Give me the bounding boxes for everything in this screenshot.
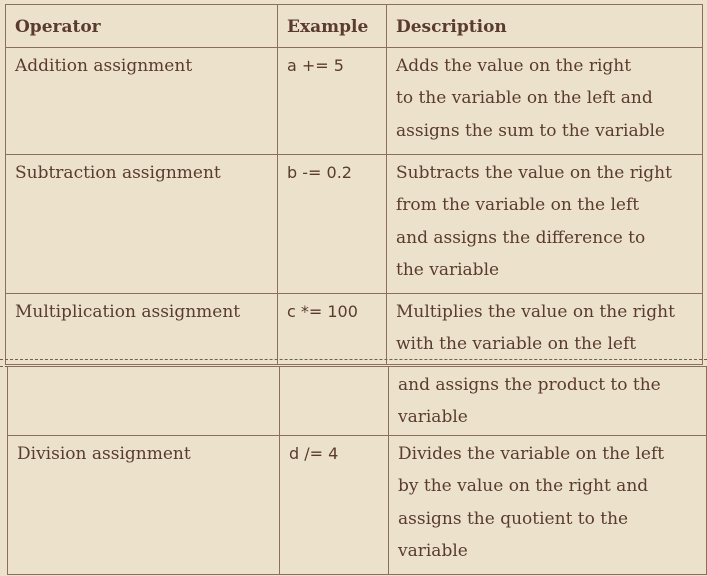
header-row: Operator Example Description: [5, 4, 703, 48]
description-cell: Multiplies the value on the right with t…: [386, 293, 703, 365]
description-line: Subtracts the value on the right: [396, 163, 672, 183]
description-line: variable: [398, 541, 468, 562]
table-row: Multiplication assignment c *= 100 Multi…: [5, 293, 703, 365]
example-cell: a += 5: [277, 47, 387, 155]
description-line: the variable: [396, 260, 500, 281]
table-row: and assigns the product to the variable: [7, 366, 707, 436]
header-example: Example: [277, 4, 387, 48]
example-cell: d /= 4: [279, 435, 389, 575]
description-cell: Subtracts the value on the right from th…: [386, 154, 703, 294]
operator-cell: Addition assignment: [5, 47, 278, 155]
description-line: Adds the value on the right: [396, 56, 632, 76]
page-break-line: [0, 359, 707, 360]
header-description: Description: [386, 4, 703, 48]
operator-cell: Multiplication assignment: [5, 293, 278, 365]
table-row: Addition assignment a += 5 Adds the valu…: [5, 47, 703, 155]
table-row: Division assignment d /= 4 Divides the v…: [7, 435, 707, 575]
description-line: and assigns the product to the: [398, 375, 661, 395]
operator-cell: [7, 366, 280, 436]
table-row: Subtraction assignment b -= 0.2 Subtract…: [5, 154, 703, 294]
description-line: assigns the sum to the variable: [396, 120, 665, 141]
example-cell: [279, 366, 389, 436]
operator-cell: Division assignment: [7, 435, 280, 575]
example-cell: c *= 100: [277, 293, 387, 365]
description-line: Divides the variable on the left: [398, 444, 665, 464]
description-line: assigns the quotient to the: [398, 508, 629, 529]
operator-cell: Subtraction assignment: [5, 154, 278, 294]
description-line: variable: [398, 407, 468, 428]
header-operator: Operator: [5, 4, 278, 48]
description-cell: Adds the value on the right to the varia…: [386, 47, 703, 155]
description-line: Multiplies the value on the right: [396, 302, 675, 322]
description-line: and assigns the difference to: [396, 227, 646, 248]
operators-table-continued: and assigns the product to the variable …: [7, 366, 707, 575]
description-line: by the value on the right and: [398, 476, 649, 497]
description-line: with the variable on the left: [396, 334, 637, 355]
description-cell: and assigns the product to the variable: [388, 366, 707, 436]
operators-table: Operator Example Description Addition as…: [5, 4, 703, 365]
example-cell: b -= 0.2: [277, 154, 387, 294]
description-line: to the variable on the left and: [396, 88, 653, 109]
description-cell: Divides the variable on the left by the …: [388, 435, 707, 575]
description-line: from the variable on the left: [396, 195, 640, 216]
